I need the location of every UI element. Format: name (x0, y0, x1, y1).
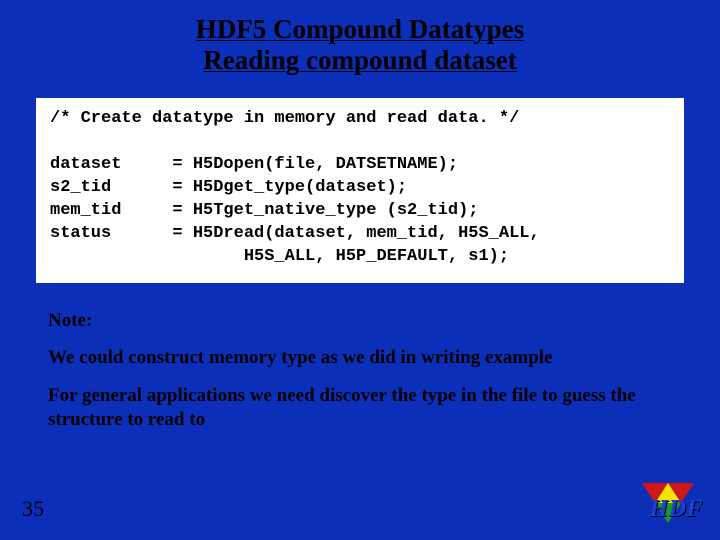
title-line-1: HDF5 Compound Datatypes (196, 14, 525, 44)
notes-label: Note: (48, 309, 672, 333)
code-line: mem_tid = H5Tget_native_type (s2_tid); (50, 201, 478, 220)
notes-paragraph: We could construct memory type as we did… (48, 346, 672, 370)
code-comment: /* Create datatype in memory and read da… (50, 109, 519, 128)
code-line: s2_tid = H5Dget_type(dataset); (50, 178, 407, 197)
slide-number: 35 (22, 496, 44, 522)
slide: HDF5 Compound Datatypes Reading compound… (0, 0, 720, 540)
notes-paragraph: For general applications we need discove… (48, 384, 672, 432)
slide-title: HDF5 Compound Datatypes Reading compound… (0, 0, 720, 76)
code-line: H5S_ALL, H5P_DEFAULT, s1); (50, 247, 509, 266)
code-line: status = H5Dread(dataset, mem_tid, H5S_A… (50, 224, 540, 243)
notes: Note: We could construct memory type as … (48, 309, 672, 432)
hdf-logo-text: HDF (649, 496, 703, 523)
title-line-2: Reading compound dataset (203, 45, 517, 75)
code-line: dataset = H5Dopen(file, DATSETNAME); (50, 155, 458, 174)
code-block: /* Create datatype in memory and read da… (36, 98, 684, 283)
